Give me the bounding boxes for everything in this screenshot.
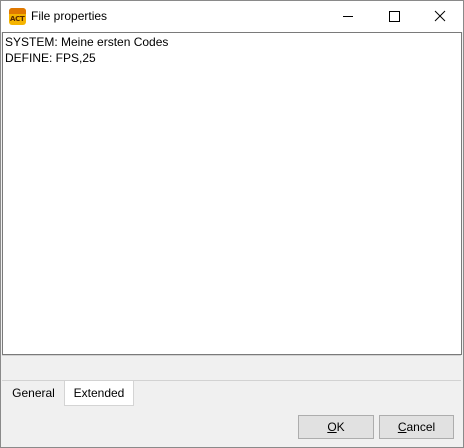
minimize-icon (343, 16, 353, 17)
app-logo-text: ACT (10, 15, 25, 23)
tab-extended[interactable]: Extended (64, 381, 134, 406)
ok-button[interactable]: OK (298, 415, 374, 439)
app-logo-icon: ACT (9, 8, 26, 25)
code-editor[interactable]: SYSTEM: Meine ersten Codes DEFINE: FPS,2… (2, 32, 462, 355)
tab-general[interactable]: General (3, 381, 64, 406)
code-line-1: SYSTEM: Meine ersten Codes (5, 35, 169, 49)
status-strip (2, 355, 461, 381)
ok-button-label: K (336, 420, 345, 434)
minimize-button[interactable] (325, 1, 371, 32)
code-line-2: DEFINE: FPS,25 (5, 51, 96, 65)
maximize-icon (389, 11, 400, 22)
file-properties-window: ACT File properties SYSTEM: Meine ersten… (0, 0, 464, 448)
maximize-button[interactable] (371, 1, 417, 32)
cancel-button[interactable]: Cancel (379, 415, 454, 439)
cancel-button-label: ancel (406, 420, 436, 434)
title-bar[interactable]: ACT File properties (1, 1, 463, 32)
window-title: File properties (31, 9, 108, 23)
close-icon (434, 10, 446, 22)
close-button[interactable] (417, 1, 463, 32)
ok-button-mnemonic: O (327, 420, 337, 434)
